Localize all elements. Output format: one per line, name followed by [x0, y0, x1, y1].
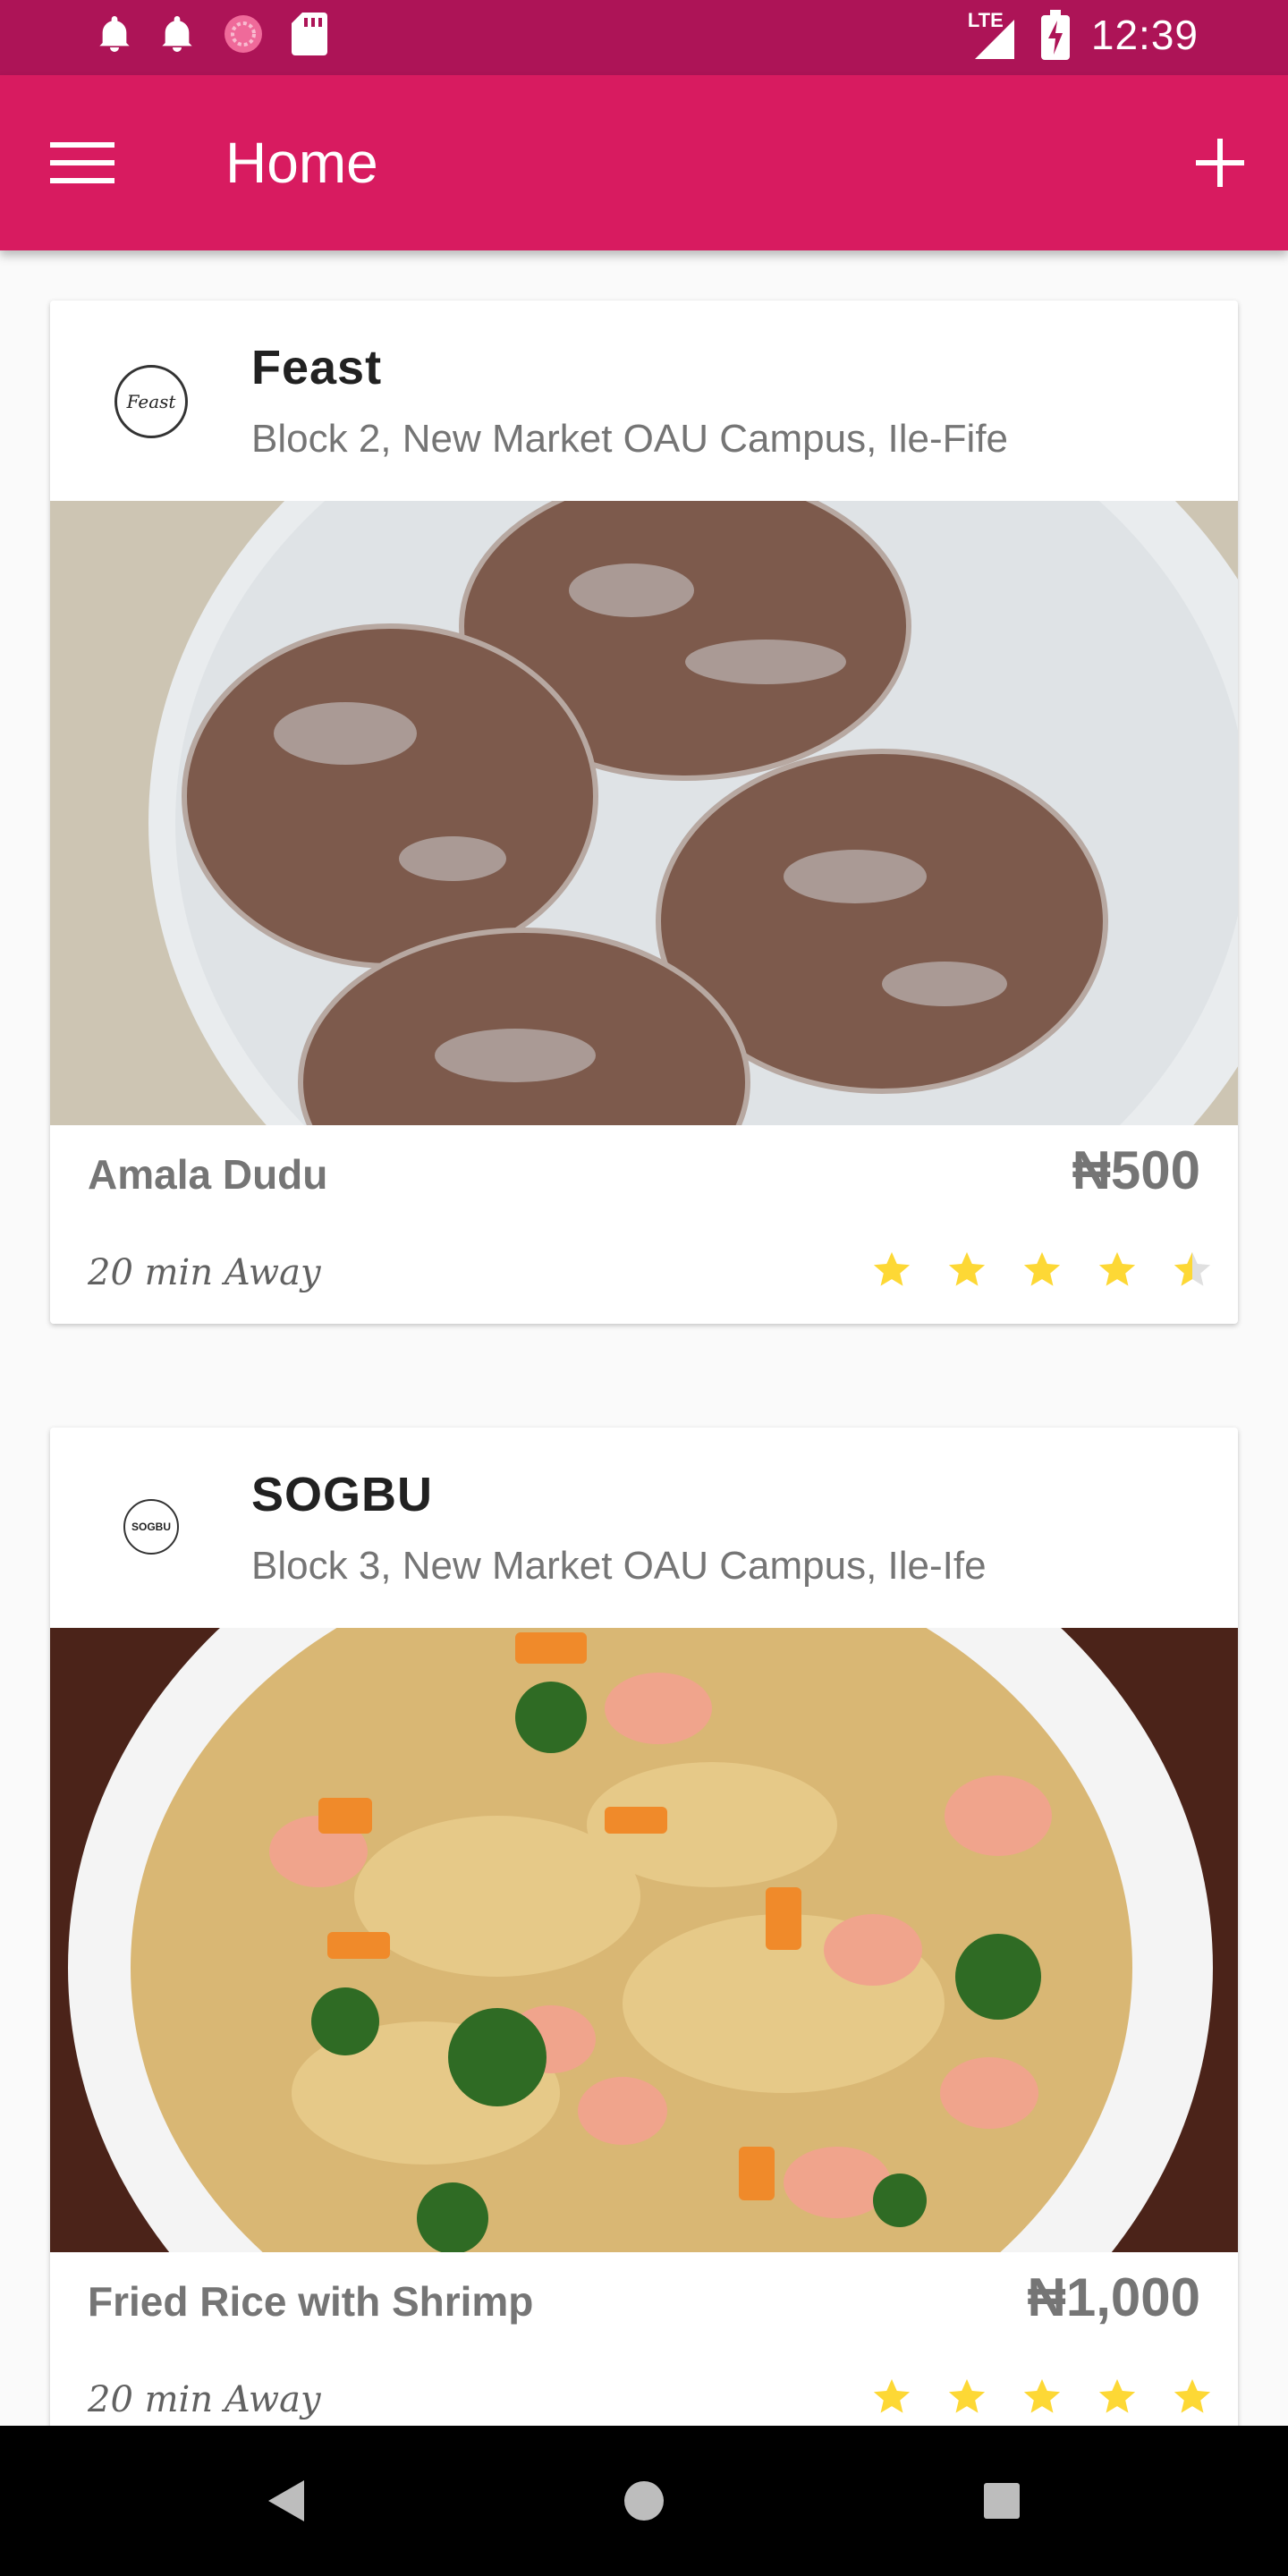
recents-button[interactable] — [973, 2472, 1030, 2529]
system-nav-bar — [0, 2426, 1288, 2576]
food-feed[interactable]: Feast Feast Block 2, New Market OAU Camp… — [0, 250, 1288, 2426]
card-header: Feast Feast Block 2, New Market OAU Camp… — [50, 301, 1238, 501]
logo-text: SOGBU — [131, 1521, 171, 1533]
logo-text: Feast — [126, 391, 176, 412]
shop-logo: Feast — [114, 365, 188, 438]
star-icon — [1174, 2378, 1211, 2413]
card-footer: Fried Rice with Shrimp ₦1,000 20 min Awa… — [50, 2252, 1238, 2426]
bell-icon — [162, 16, 192, 52]
status-bar: LTE 12:39 — [0, 0, 1288, 75]
food-card[interactable]: Feast Feast Block 2, New Market OAU Camp… — [50, 301, 1238, 1324]
back-triangle-icon — [268, 2480, 304, 2521]
food-image[interactable] — [50, 501, 1238, 1125]
rating-stars — [871, 2376, 1213, 2417]
shop-logo: SOGBU — [123, 1499, 179, 1555]
recents-square-icon — [984, 2483, 1020, 2519]
sd-card-icon — [292, 13, 327, 55]
star-icon — [873, 2378, 911, 2413]
add-button[interactable] — [1188, 131, 1252, 195]
dish-price: ₦500 — [1072, 1140, 1200, 1200]
star-icon — [1023, 1251, 1061, 1286]
food-image[interactable] — [50, 1628, 1238, 2252]
star-icon — [1098, 2378, 1136, 2413]
shop-name: SOGBU — [251, 1468, 434, 1521]
hamburger-menu-icon — [50, 142, 114, 183]
star-icon — [1098, 1251, 1136, 1286]
dish-price: ₦1,000 — [1027, 2267, 1200, 2327]
back-button[interactable] — [258, 2472, 315, 2529]
star-half-icon — [1174, 1251, 1211, 1286]
page-title: Home — [225, 131, 378, 195]
delivery-eta: 20 min Away — [88, 1252, 321, 1293]
dish-name: Fried Rice with Shrimp — [88, 2278, 534, 2325]
dish-name: Amala Dudu — [88, 1151, 328, 1198]
delivery-eta: 20 min Away — [88, 2379, 321, 2420]
app-bar: Home — [0, 75, 1288, 250]
rating-stars — [871, 1249, 1213, 1290]
sync-circle-icon — [225, 15, 262, 53]
shop-address: Block 2, New Market OAU Campus, Ile-Fife — [251, 417, 1009, 461]
star-icon — [948, 2378, 986, 2413]
plus-icon — [1196, 139, 1244, 187]
home-circle-icon — [624, 2481, 664, 2521]
food-card[interactable]: SOGBU SOGBU Block 3, New Market OAU Camp… — [50, 1428, 1238, 2426]
card-header: SOGBU SOGBU Block 3, New Market OAU Camp… — [50, 1428, 1238, 1628]
card-footer: Amala Dudu ₦500 20 min Away — [50, 1125, 1238, 1324]
signal-icon: LTE — [968, 9, 1020, 61]
menu-button[interactable] — [45, 131, 120, 195]
shop-name: Feast — [251, 341, 383, 394]
home-button[interactable] — [615, 2472, 673, 2529]
status-time: 12:39 — [1090, 12, 1199, 58]
shop-address: Block 3, New Market OAU Campus, Ile-Ife — [251, 1544, 987, 1588]
battery-charging-icon — [1040, 10, 1070, 60]
star-icon — [948, 1251, 986, 1286]
bell-icon — [99, 16, 130, 52]
star-icon — [873, 1251, 911, 1286]
star-icon — [1023, 2378, 1061, 2413]
